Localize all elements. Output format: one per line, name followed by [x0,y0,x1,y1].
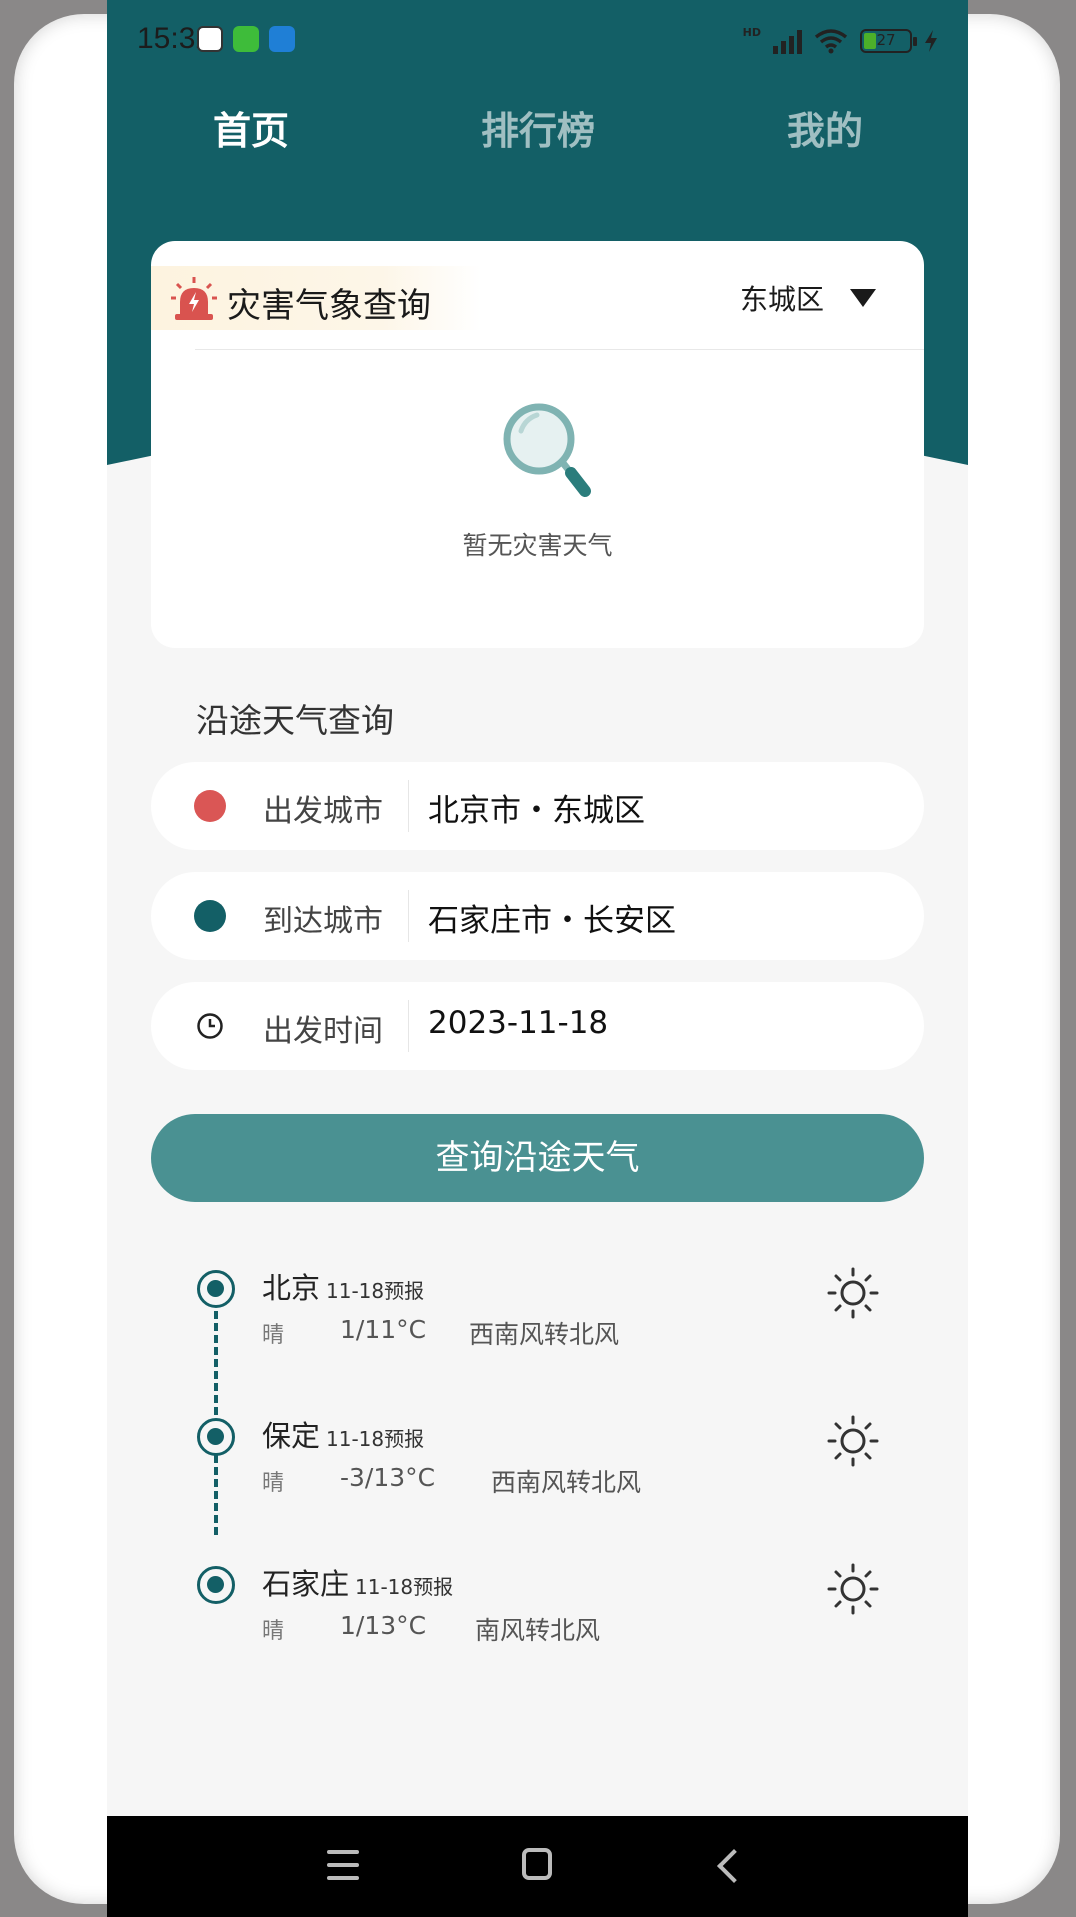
alarm-light-icon [171,277,217,320]
caret-down-icon [850,289,876,307]
sun-icon [827,1415,879,1467]
forecast-item[interactable]: 石家庄 11-18预报 晴 1/13°C 南风转北风 [107,1551,968,1671]
magnifier-icon [503,403,591,497]
forecast-temperature: 1/13°C [340,1611,427,1640]
forecast-temperature: 1/11°C [340,1315,427,1344]
forecast-city: 北京 11-18预报 [262,1265,424,1307]
battery-icon: 27 [860,29,917,53]
forecast-city-name: 北京 [262,1271,321,1305]
arrival-label: 到达城市 [263,904,383,939]
tab-mine[interactable]: 我的 [787,100,863,155]
signal-icon [773,28,802,54]
blue-app-icon [269,26,295,52]
departure-value: 北京市・东城区 [428,793,645,829]
wifi-icon [814,29,848,54]
back-icon[interactable] [717,1849,751,1883]
disaster-title: 灾害气象查询 [227,286,431,326]
timeline-node-icon [197,1566,235,1604]
tab-ranking[interactable]: 排行榜 [481,100,595,155]
forecast-wind: 南风转北风 [475,1616,601,1645]
forecast-city: 保定 11-18预报 [262,1413,424,1455]
forecast-wind: 西南风转北风 [491,1468,642,1497]
time-label: 出发时间 [263,1014,383,1049]
phone-screen: 15:32 HD 27 首页 排行榜 我的 灾害气象查询 东城区 暂无灾害天气 … [107,0,968,1917]
status-bar: 15:32 HD 27 [107,14,968,64]
menu-icon[interactable] [327,1850,359,1880]
field-separator [408,890,409,942]
arrival-city-field[interactable]: 到达城市 石家庄市・长安区 [151,872,924,960]
forecast-weather: 晴 [262,1471,285,1496]
disaster-card-header: 灾害气象查询 [151,266,481,330]
card-divider [195,349,924,350]
forecast-city-name: 石家庄 [262,1567,350,1601]
region-value: 东城区 [739,283,824,316]
network-hd-label: HD [742,26,761,39]
forecast-date-label: 11-18预报 [326,1279,425,1303]
departure-dot-icon [194,790,226,822]
timeline-node-icon [197,1418,235,1456]
forecast-item[interactable]: 保定 11-18预报 晴 -3/13°C 西南风转北风 [107,1403,968,1523]
forecast-weather: 晴 [262,1323,285,1348]
sun-icon [827,1563,879,1615]
route-forecast-timeline: 北京 11-18预报 晴 1/11°C 西南风转北风 保定 11-18预报 晴 -3… [107,1240,968,1645]
clock-icon [197,1013,223,1039]
forecast-temperature: -3/13°C [340,1463,436,1492]
forecast-date-label: 11-18预报 [355,1575,454,1599]
disaster-weather-card: 灾害气象查询 东城区 暂无灾害天气 [151,241,924,648]
home-icon[interactable] [522,1848,552,1880]
forecast-city: 石家庄 11-18预报 [262,1561,453,1603]
timeline-node-icon [197,1270,235,1308]
forecast-date-label: 11-18预报 [326,1427,425,1451]
field-separator [408,1000,409,1052]
robot-app-icon [197,26,223,52]
departure-time-field[interactable]: 出发时间 2023-11-18 [151,982,924,1070]
query-route-weather-button[interactable]: 查询沿途天气 [151,1114,924,1202]
status-indicators: HD 27 [743,26,938,56]
departure-label: 出发城市 [263,794,383,829]
charging-icon [925,30,937,52]
time-value: 2023-11-18 [428,1005,609,1041]
forecast-item[interactable]: 北京 11-18预报 晴 1/11°C 西南风转北风 [107,1255,968,1375]
forecast-weather: 晴 [262,1619,285,1644]
tab-home[interactable]: 首页 [213,100,289,155]
sun-icon [827,1267,879,1319]
arrival-value: 石家庄市・长安区 [428,903,676,939]
route-weather-title: 沿途天气查询 [196,701,394,740]
forecast-city-name: 保定 [262,1419,321,1453]
departure-city-field[interactable]: 出发城市 北京市・东城区 [151,762,924,850]
system-navigation-bar [107,1816,968,1917]
arrival-dot-icon [194,900,226,932]
smile-app-icon [233,26,259,52]
battery-level: 27 [876,31,896,49]
top-tabs: 首页 排行榜 我的 [107,100,968,160]
field-separator [408,780,409,832]
region-dropdown[interactable]: 东城区 [740,278,876,318]
forecast-wind: 西南风转北风 [469,1320,620,1349]
empty-state-text: 暂无灾害天气 [462,531,613,560]
